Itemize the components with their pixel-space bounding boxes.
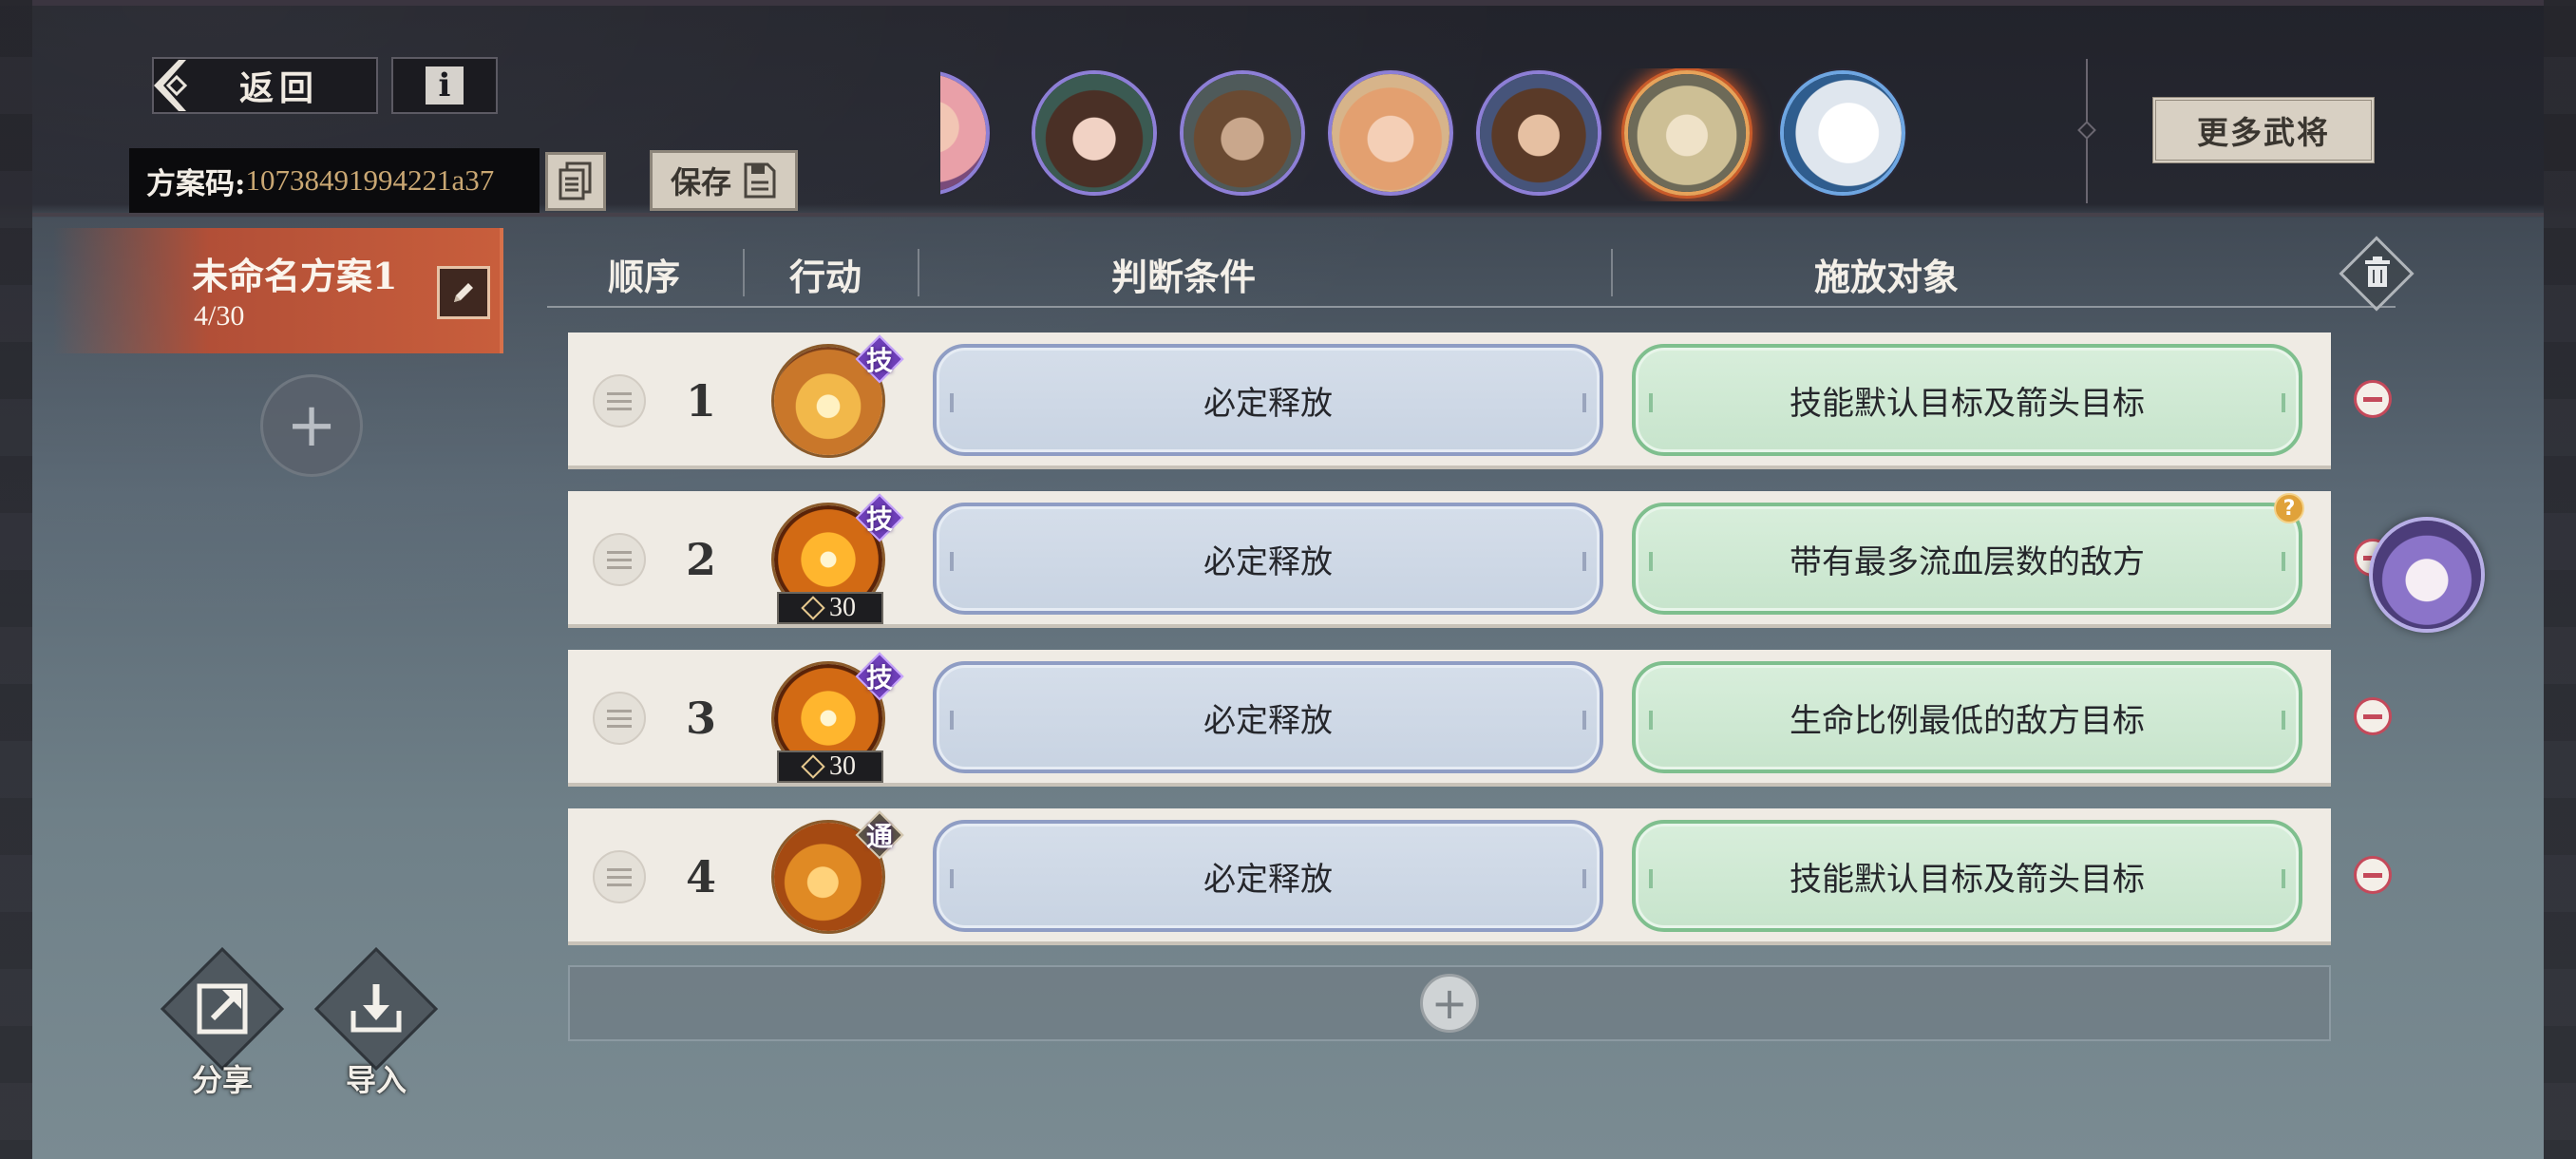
copy-code-button[interactable]: [545, 152, 606, 211]
plus-icon: +: [286, 390, 337, 461]
condition-selector[interactable]: 必定释放: [933, 661, 1603, 773]
header-separator: [1611, 249, 1613, 296]
skill-cost-value: 30: [829, 593, 856, 622]
header-order: 顺序: [607, 255, 680, 298]
share-button[interactable]: 分享: [160, 946, 285, 1098]
skill-cost-value: 30: [829, 751, 856, 781]
energy-gem-icon: [801, 754, 825, 779]
table-row: 4 通 必定释放 技能默认目标及箭头目标: [568, 808, 2331, 945]
scheme-code-value: 10738491994221a37: [245, 163, 495, 197]
table-row: 3 技 30 必定释放 生命比例最低的敌方目标: [568, 650, 2331, 787]
drag-handle-icon[interactable]: [593, 374, 646, 428]
hero-avatar-1[interactable]: [940, 70, 990, 196]
copy-icon: [559, 162, 592, 200]
header-condition: 判断条件: [1110, 255, 1256, 298]
header-action: 行动: [788, 255, 862, 298]
edit-scheme-button[interactable]: [437, 266, 490, 319]
table-row: 2 技 30 必定释放 带有最多流血层数的敌方 ?: [568, 491, 2331, 628]
plus-icon: +: [1430, 978, 1468, 1029]
drag-handle-icon[interactable]: [593, 850, 646, 903]
target-selector[interactable]: 技能默认目标及箭头目标: [1632, 820, 2302, 932]
add-action-row[interactable]: +: [568, 965, 2331, 1041]
target-selector[interactable]: 技能默认目标及箭头目标: [1632, 344, 2302, 456]
hero-avatar-7[interactable]: [1780, 70, 1905, 196]
row-order: 4: [685, 851, 716, 902]
floating-assistant-avatar[interactable]: [2369, 517, 2485, 633]
import-button[interactable]: 导入: [313, 946, 439, 1098]
condition-selector[interactable]: 必定释放: [933, 503, 1603, 615]
scheme-count: 4/30: [194, 300, 245, 332]
import-icon: [350, 984, 402, 1033]
pencil-icon: [454, 283, 473, 302]
row-order: 3: [685, 693, 716, 744]
right-frame: [2544, 0, 2576, 1159]
skill-type-badge: 技: [859, 497, 900, 539]
hero-avatar-5[interactable]: [1476, 70, 1601, 196]
info-icon: i: [426, 66, 464, 104]
table-row: 1 技 必定释放 技能默认目标及箭头目标: [568, 332, 2331, 469]
remove-row-button[interactable]: [2354, 697, 2392, 735]
drag-handle-icon[interactable]: [593, 692, 646, 745]
scheme-card[interactable]: 未命名方案1 4/30: [53, 228, 503, 353]
target-selector[interactable]: 生命比例最低的敌方目标: [1632, 661, 2302, 773]
share-label: 分享: [191, 1062, 253, 1098]
header-separator: [918, 249, 919, 296]
table-header: 顺序 行动 判断条件 施放对象: [547, 239, 2396, 308]
scheme-code-label: 方案码:: [146, 166, 246, 201]
skill-cost: 30: [777, 750, 883, 783]
help-icon[interactable]: ?: [2274, 493, 2304, 523]
trash-icon: [2365, 256, 2390, 287]
skill-type-badge: 通: [859, 814, 900, 856]
back-button[interactable]: 返回: [152, 57, 378, 114]
scheme-code-field: 方案码: 10738491994221a37: [129, 148, 540, 213]
target-selector[interactable]: 带有最多流血层数的敌方: [1632, 503, 2302, 615]
hero-avatar-3[interactable]: [1180, 70, 1305, 196]
more-heroes-button[interactable]: 更多武将: [2152, 97, 2375, 163]
save-label: 保存: [670, 164, 731, 200]
add-action-button[interactable]: +: [1420, 974, 1479, 1033]
more-heroes-label: 更多武将: [2197, 114, 2330, 151]
hero-avatar-6-selected[interactable]: [1624, 70, 1750, 196]
import-label: 导入: [345, 1062, 407, 1098]
scheme-name: 未命名方案1: [192, 255, 398, 297]
left-frame: [0, 0, 32, 1159]
skill-type-badge: 技: [859, 656, 900, 697]
header-separator: [743, 249, 745, 296]
topbar-divider: [32, 213, 2544, 217]
energy-gem-icon: [801, 596, 825, 620]
share-icon: [197, 983, 248, 1035]
row-order: 2: [685, 534, 716, 585]
skill-type-badge: 技: [859, 338, 900, 380]
drag-handle-icon[interactable]: [593, 533, 646, 586]
back-label: 返回: [239, 68, 320, 108]
save-icon: [744, 162, 776, 199]
header-target: 施放对象: [1813, 255, 1959, 298]
hero-avatar-4[interactable]: [1328, 70, 1453, 196]
back-arrow-icon: [148, 58, 203, 113]
hero-selector: [940, 68, 1919, 201]
top-edge: [0, 0, 2576, 6]
remove-row-button[interactable]: [2354, 380, 2392, 418]
game-screen: 返回 i 方案码: 10738491994221a37 保存 更多武将 未命名方…: [0, 0, 2576, 1159]
skill-cost: 30: [777, 592, 883, 624]
save-button[interactable]: 保存: [650, 150, 798, 211]
header-underline: [547, 306, 2396, 308]
hero-divider-ornament: [2077, 121, 2096, 140]
add-scheme-button[interactable]: +: [260, 374, 363, 477]
remove-row-button[interactable]: [2354, 856, 2392, 894]
info-button[interactable]: i: [391, 57, 498, 114]
condition-selector[interactable]: 必定释放: [933, 344, 1603, 456]
condition-selector[interactable]: 必定释放: [933, 820, 1603, 932]
hero-avatar-2[interactable]: [1032, 70, 1157, 196]
row-order: 1: [685, 375, 716, 427]
